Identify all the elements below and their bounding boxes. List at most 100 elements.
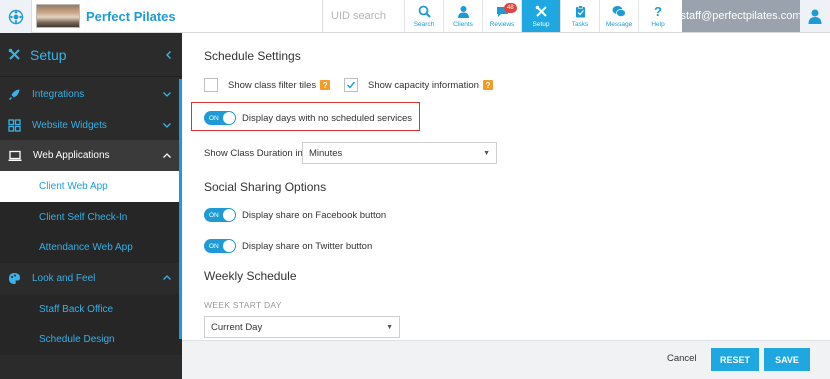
nav-clients[interactable]: Clients [443, 0, 482, 32]
sidebar-header: Setup [0, 33, 182, 77]
nav-help[interactable]: ? Help [638, 0, 677, 32]
facebook-share-toggle[interactable]: ON [204, 208, 236, 222]
section-title-weekly-schedule: Weekly Schedule [204, 269, 297, 283]
toggle-knob [223, 112, 235, 124]
section-title-schedule-settings: Schedule Settings [204, 49, 301, 63]
question-icon[interactable]: ? [482, 80, 493, 90]
question-icon: ? [654, 3, 662, 19]
sidebar-item-label: Staff Back Office [39, 303, 114, 315]
display-days-label: Display days with no scheduled services [242, 112, 413, 124]
class-filter-tiles-checkbox[interactable] [204, 78, 218, 92]
chevron-down-icon [163, 92, 171, 98]
nav-label: Help [651, 20, 665, 28]
sidebar-item-attendance-web-app[interactable]: Attendance Web App [0, 232, 182, 264]
week-start-value: Current Day [211, 321, 263, 333]
reset-button[interactable]: RESET [711, 348, 759, 371]
sidebar-item-integrations[interactable]: Integrations [0, 79, 182, 110]
twitter-share-toggle[interactable]: ON [204, 239, 236, 253]
chevron-up-icon [163, 275, 171, 281]
class-filter-tiles-label: Show class filter tiles [228, 79, 317, 91]
sidebar-item-web-applications[interactable]: Web Applications [0, 140, 182, 172]
sidebar-item-label: Client Web App [39, 180, 108, 192]
sidebar-item-label: Integrations [32, 88, 85, 100]
nav-search[interactable]: Search [404, 0, 443, 32]
sidebar-item-label: Look and Feel [32, 272, 96, 284]
rocket-icon [8, 89, 20, 100]
facebook-share-label: Display share on Facebook button [242, 209, 387, 221]
tools-icon [534, 5, 548, 19]
nav-label: Clients [453, 20, 473, 28]
class-duration-select[interactable]: Minutes ▼ [302, 142, 497, 164]
option-twitter-share: ON Display share on Twitter button [204, 239, 372, 253]
grid-icon [8, 118, 21, 132]
cancel-button[interactable]: Cancel [667, 353, 697, 364]
flower-logo-icon [8, 9, 23, 24]
option-show-class-filter-tiles: Show class filter tiles ? [204, 78, 331, 92]
user-avatar-icon [808, 9, 822, 24]
sidebar-item-schedule-design[interactable]: Schedule Design [0, 324, 182, 356]
palette-icon [9, 272, 20, 284]
week-start-select[interactable]: Current Day ▼ [204, 316, 400, 338]
app-logo[interactable] [0, 0, 32, 33]
clipboard-icon [573, 5, 587, 19]
save-button[interactable]: SAVE [764, 348, 810, 371]
nav-label: Message [605, 20, 633, 28]
nav-message[interactable]: Message [599, 0, 638, 32]
reviews-badge: 48 [504, 3, 517, 13]
sidebar-item-label: Client Self Check-In [39, 211, 128, 223]
sidebar-item-staff-back-office[interactable]: Staff Back Office [0, 293, 182, 325]
avatar[interactable] [800, 0, 830, 32]
capacity-checkbox[interactable] [344, 78, 358, 92]
sidebar-item-client-web-app[interactable]: Client Web App [0, 171, 182, 202]
question-icon[interactable]: ? [320, 80, 331, 90]
toggle-knob [223, 240, 235, 252]
toggle-on-text: ON [209, 211, 219, 219]
brand-name: Perfect Pilates [86, 9, 176, 24]
capacity-label: Show capacity information [368, 79, 479, 91]
caret-down-icon: ▼ [483, 149, 490, 157]
nav-label: Search [413, 20, 435, 28]
top-bar: Perfect Pilates UID search Search Client… [0, 0, 830, 33]
chevron-down-icon [163, 123, 171, 128]
sidebar-item-label: Website Widgets [32, 119, 107, 131]
user-email[interactable]: staff@perfectpilates.com [680, 0, 802, 32]
class-duration-value: Minutes [309, 147, 343, 159]
nav-label: Setup [532, 20, 550, 28]
toggle-on-text: ON [209, 242, 219, 250]
nav-reviews[interactable]: 48 Reviews [482, 0, 521, 32]
toggle-on-text: ON [209, 114, 219, 122]
nav-tasks[interactable]: Tasks [560, 0, 599, 32]
brand-image [36, 4, 80, 28]
tools-icon [8, 48, 20, 60]
uid-search-input[interactable]: UID search [322, 0, 404, 32]
nav-label: Reviews [489, 20, 515, 28]
laptop-icon [8, 150, 22, 161]
search-icon [417, 5, 431, 19]
week-start-label: WEEK START DAY [204, 300, 282, 310]
option-facebook-share: ON Display share on Facebook button [204, 208, 386, 222]
chevron-up-icon [163, 152, 171, 158]
nav-setup[interactable]: Setup [521, 0, 560, 32]
display-days-toggle[interactable]: ON [204, 111, 236, 125]
section-title-social-sharing: Social Sharing Options [204, 180, 327, 194]
main-content: Schedule Settings Show class filter tile… [182, 33, 830, 340]
toggle-knob [223, 209, 235, 221]
sidebar-item-client-self-check-in[interactable]: Client Self Check-In [0, 201, 182, 233]
sidebar-item-label: Attendance Web App [39, 242, 133, 254]
sidebar-item-label: Schedule Design [39, 334, 115, 346]
option-show-capacity: Show capacity information ? [344, 78, 493, 92]
nav-label: Tasks [571, 20, 589, 28]
checkmark-icon [347, 81, 356, 89]
sidebar-item-label: Web Applications [33, 150, 110, 162]
sidebar: Setup Integrations Website Widgets Web A… [0, 33, 182, 379]
option-display-days-no-services: ON Display days with no scheduled servic… [204, 111, 412, 125]
footer-bar: Cancel RESET SAVE [182, 340, 830, 379]
sidebar-item-look-and-feel[interactable]: Look and Feel [0, 263, 182, 294]
twitter-share-label: Display share on Twitter button [242, 240, 373, 252]
sidebar-item-website-widgets[interactable]: Website Widgets [0, 110, 182, 141]
caret-down-icon: ▼ [386, 323, 393, 331]
collapse-sidebar-icon[interactable] [164, 50, 174, 60]
user-icon [456, 5, 470, 19]
message-icon [612, 5, 626, 19]
sidebar-title: Setup [30, 46, 67, 63]
